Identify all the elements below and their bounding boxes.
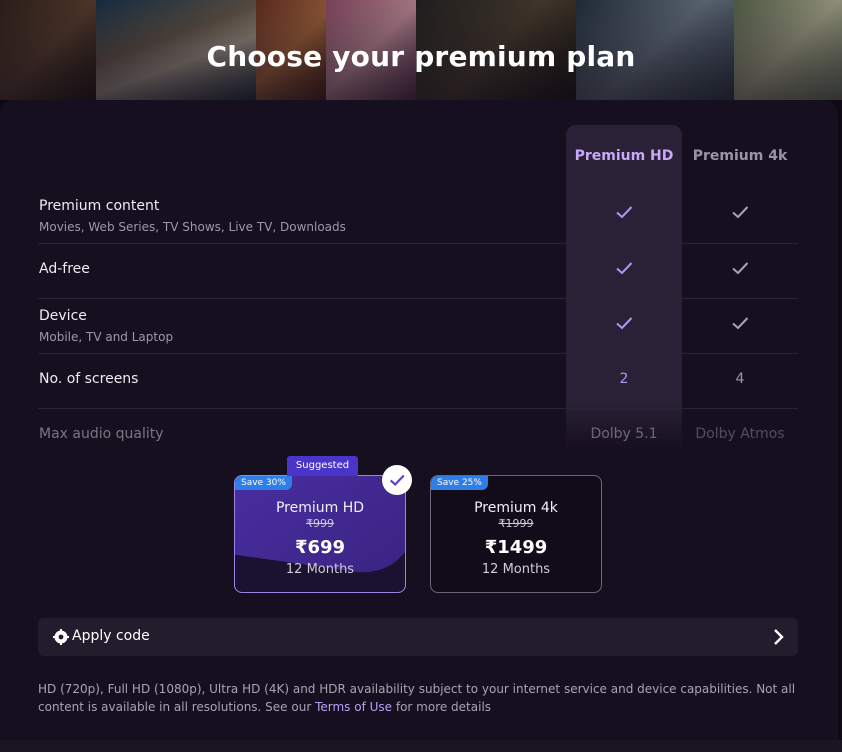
gear-badge-icon bbox=[53, 629, 69, 645]
page-title: Choose your premium plan bbox=[206, 40, 636, 73]
premium-hd-check bbox=[566, 202, 682, 226]
selected-indicator bbox=[382, 465, 412, 495]
feature-row-premium-content: Premium content Movies, Web Series, TV S… bbox=[38, 188, 798, 244]
check-icon bbox=[616, 206, 633, 219]
save-badge: Save 30% bbox=[235, 476, 292, 490]
feature-row-audio-quality: Max audio quality Dolby 5.1 Dolby Atmos bbox=[38, 409, 798, 449]
plan-name: Premium 4k bbox=[474, 500, 558, 516]
feature-sublabel: Mobile, TV and Laptop bbox=[39, 330, 174, 344]
panel-footer-strip bbox=[0, 740, 842, 752]
feature-row-device: Device Mobile, TV and Laptop bbox=[38, 299, 798, 354]
feature-row-ad-free: Ad-free bbox=[38, 244, 798, 299]
feature-label: Max audio quality bbox=[39, 426, 164, 442]
check-icon bbox=[616, 262, 633, 275]
terms-of-use-link[interactable]: Terms of Use bbox=[315, 700, 392, 714]
plan-duration: 12 Months bbox=[481, 562, 551, 577]
apply-code-label: Apply code bbox=[72, 628, 150, 644]
premium-hd-check bbox=[566, 313, 682, 337]
chevron-right-icon bbox=[774, 629, 784, 645]
suggested-badge: Suggested bbox=[287, 456, 358, 476]
check-icon bbox=[732, 317, 749, 330]
premium-4k-check bbox=[682, 313, 798, 337]
plan-price: ₹699 bbox=[294, 537, 346, 558]
plan-original-price: ₹999 bbox=[306, 517, 334, 530]
feature-label: No. of screens bbox=[39, 371, 139, 387]
check-icon bbox=[732, 262, 749, 275]
premium-4k-screens: 4 bbox=[735, 371, 745, 387]
disclaimer-text-end: for more details bbox=[392, 700, 492, 714]
feature-label: Premium content bbox=[39, 198, 160, 214]
column-header-premium-hd: Premium HD bbox=[574, 148, 674, 164]
premium-hd-audio: Dolby 5.1 bbox=[590, 426, 658, 442]
premium-4k-check bbox=[682, 202, 798, 226]
column-header-premium-4k: Premium 4k bbox=[692, 148, 788, 164]
check-icon bbox=[389, 474, 405, 487]
plan-name: Premium HD bbox=[275, 500, 365, 516]
save-badge: Save 25% bbox=[431, 476, 488, 490]
check-icon bbox=[616, 317, 633, 330]
apply-code-button[interactable]: Apply code bbox=[38, 618, 798, 656]
plan-card-premium-hd[interactable]: Save 30% Premium HD ₹999 ₹699 12 Months bbox=[234, 475, 406, 593]
plan-original-price: ₹1999 bbox=[498, 517, 534, 530]
plan-duration: 12 Months bbox=[285, 562, 355, 577]
premium-4k-check bbox=[682, 258, 798, 282]
feature-sublabel: Movies, Web Series, TV Shows, Live TV, D… bbox=[39, 220, 346, 234]
feature-label: Device bbox=[39, 308, 87, 324]
feature-label: Ad-free bbox=[39, 261, 90, 277]
plan-card-premium-4k[interactable]: Save 25% Premium 4k ₹1999 ₹1499 12 Month… bbox=[430, 475, 602, 593]
premium-hd-screens: 2 bbox=[619, 371, 629, 387]
plan-price: ₹1499 bbox=[484, 537, 548, 558]
premium-hd-check bbox=[566, 258, 682, 282]
check-icon bbox=[732, 206, 749, 219]
resolution-disclaimer: HD (720p), Full HD (1080p), Ultra HD (4K… bbox=[38, 680, 798, 716]
premium-4k-audio: Dolby Atmos bbox=[695, 426, 785, 442]
feature-row-screens: No. of screens 2 4 bbox=[38, 354, 798, 409]
